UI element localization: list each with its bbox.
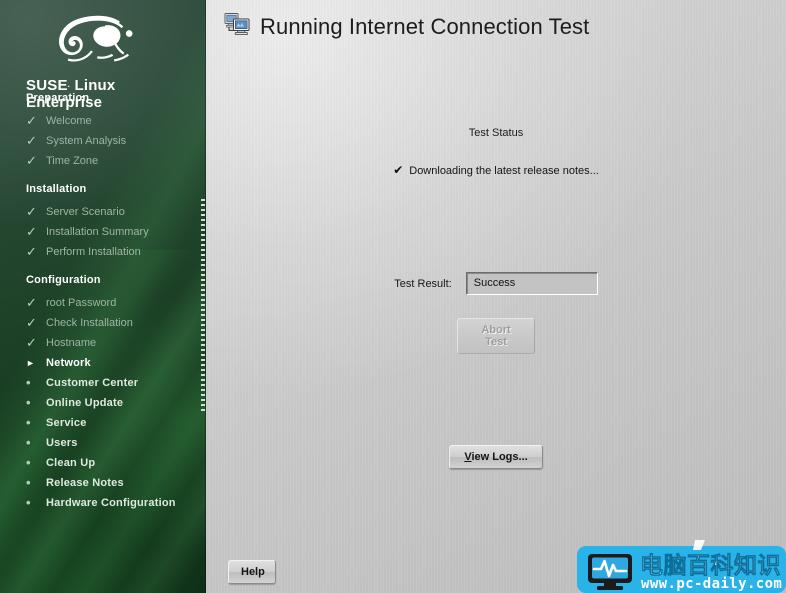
sidebar-item-label: Clean Up: [46, 457, 96, 469]
bullet-icon: •: [26, 415, 31, 430]
sidebar-item-release-notes[interactable]: • Release Notes: [26, 473, 206, 493]
page-title-bar: Running Internet Connection Test: [224, 12, 589, 41]
test-result-label: Test Result:: [394, 277, 452, 290]
sidebar-item-hostname[interactable]: ✓ Hostname: [26, 333, 206, 353]
sidebar-item-label: Customer Center: [46, 377, 139, 389]
sidebar-item-label: Time Zone: [46, 155, 99, 167]
network-computers-icon: [224, 12, 250, 41]
sidebar-item-system-analysis[interactable]: ✓ System Analysis: [26, 131, 206, 151]
suse-chameleon-logo-icon: [0, 8, 206, 70]
check-icon: ✓: [26, 133, 37, 148]
sidebar-item-installation-summary[interactable]: ✓ Installation Summary: [26, 222, 206, 242]
sidebar-item-label: Check Installation: [46, 317, 133, 329]
check-icon: ✓: [26, 113, 37, 128]
sidebar-item-hardware-configuration[interactable]: • Hardware Configuration: [26, 493, 206, 513]
check-icon: ✓: [26, 153, 37, 168]
bullet-icon: •: [26, 475, 31, 490]
sidebar-item-label: Service: [46, 417, 87, 429]
sidebar-item-online-update[interactable]: • Online Update: [26, 393, 206, 413]
test-status-label: Test Status: [468, 127, 524, 139]
view-logs-label: iew Logs...: [471, 451, 528, 463]
sidebar-item-label: Perform Installation: [46, 246, 141, 258]
sidebar-item-network[interactable]: ► Network: [26, 353, 206, 373]
check-icon: ✓: [26, 315, 37, 330]
check-icon: ✓: [26, 204, 37, 219]
sidebar-item-label: Network: [46, 357, 91, 369]
installation-steps-sidebar: SUSE. Linux Enterprise Preparation ✓ Wel…: [0, 0, 206, 593]
check-icon: ✔: [393, 163, 404, 177]
bullet-icon: •: [26, 435, 31, 450]
section-heading-preparation: Preparation: [26, 92, 90, 104]
section-heading-configuration: Configuration: [26, 274, 101, 286]
check-icon: ✓: [26, 224, 37, 239]
arrow-right-icon: ►: [26, 358, 35, 368]
watermark-text-cn: 电脑百科知识: [640, 552, 781, 579]
sidebar-item-clean-up[interactable]: • Clean Up: [26, 453, 206, 473]
step-list: Preparation ✓ Welcome ✓ System Analysis …: [0, 92, 206, 513]
sidebar-item-label: Users: [46, 437, 78, 449]
watermark-url: www.pc-daily.com: [641, 576, 782, 592]
abort-test-button[interactable]: Abort Test: [457, 318, 535, 354]
sidebar-item-check-installation[interactable]: ✓ Check Installation: [26, 313, 206, 333]
sidebar-item-label: root Password: [46, 297, 117, 309]
sidebar-item-label: System Analysis: [46, 135, 127, 147]
sidebar-item-label: Hostname: [46, 337, 97, 349]
bullet-icon: •: [26, 455, 31, 470]
sidebar-item-server-scenario[interactable]: ✓ Server Scenario: [26, 202, 206, 222]
sidebar-item-welcome[interactable]: ✓ Welcome: [26, 111, 206, 131]
sidebar-item-service[interactable]: • Service: [26, 413, 206, 433]
sidebar-item-label: Installation Summary: [46, 226, 149, 238]
test-status-item: ✔ Downloading the latest release notes...: [206, 163, 786, 177]
section-heading-installation: Installation: [26, 183, 87, 195]
view-logs-button[interactable]: View Logs...: [449, 445, 543, 469]
sidebar-item-label: Server Scenario: [46, 206, 125, 218]
sidebar-item-label: Release Notes: [46, 477, 124, 489]
bullet-icon: •: [26, 495, 31, 510]
check-icon: ✓: [26, 295, 37, 310]
test-result-row: Test Result: Success: [206, 272, 786, 295]
page-title: Running Internet Connection Test: [260, 13, 590, 39]
help-button[interactable]: Help: [228, 560, 276, 584]
sidebar-item-users[interactable]: • Users: [26, 433, 206, 453]
bullet-icon: •: [26, 375, 31, 390]
sidebar-item-label: Welcome: [46, 115, 92, 127]
sidebar-item-root-password[interactable]: ✓ root Password: [26, 293, 206, 313]
sidebar-item-label: Online Update: [46, 397, 124, 409]
bullet-icon: •: [26, 395, 31, 410]
watermark-logo: 电脑百科知识 www.pc-daily.com: [577, 540, 786, 593]
check-icon: ✓: [26, 244, 37, 259]
test-status-item-label: Downloading the latest release notes...: [409, 165, 599, 177]
sidebar-item-label: Hardware Configuration: [46, 497, 176, 509]
check-icon: ✓: [26, 335, 37, 350]
sidebar-item-perform-installation[interactable]: ✓ Perform Installation: [26, 242, 206, 262]
main-content-panel: Running Internet Connection Test Test St…: [206, 0, 786, 593]
sidebar-item-customer-center[interactable]: • Customer Center: [26, 373, 206, 393]
sidebar-item-time-zone[interactable]: ✓ Time Zone: [26, 151, 206, 171]
test-result-field[interactable]: Success: [465, 272, 598, 295]
installer-window: SUSE. Linux Enterprise Preparation ✓ Wel…: [0, 0, 786, 593]
